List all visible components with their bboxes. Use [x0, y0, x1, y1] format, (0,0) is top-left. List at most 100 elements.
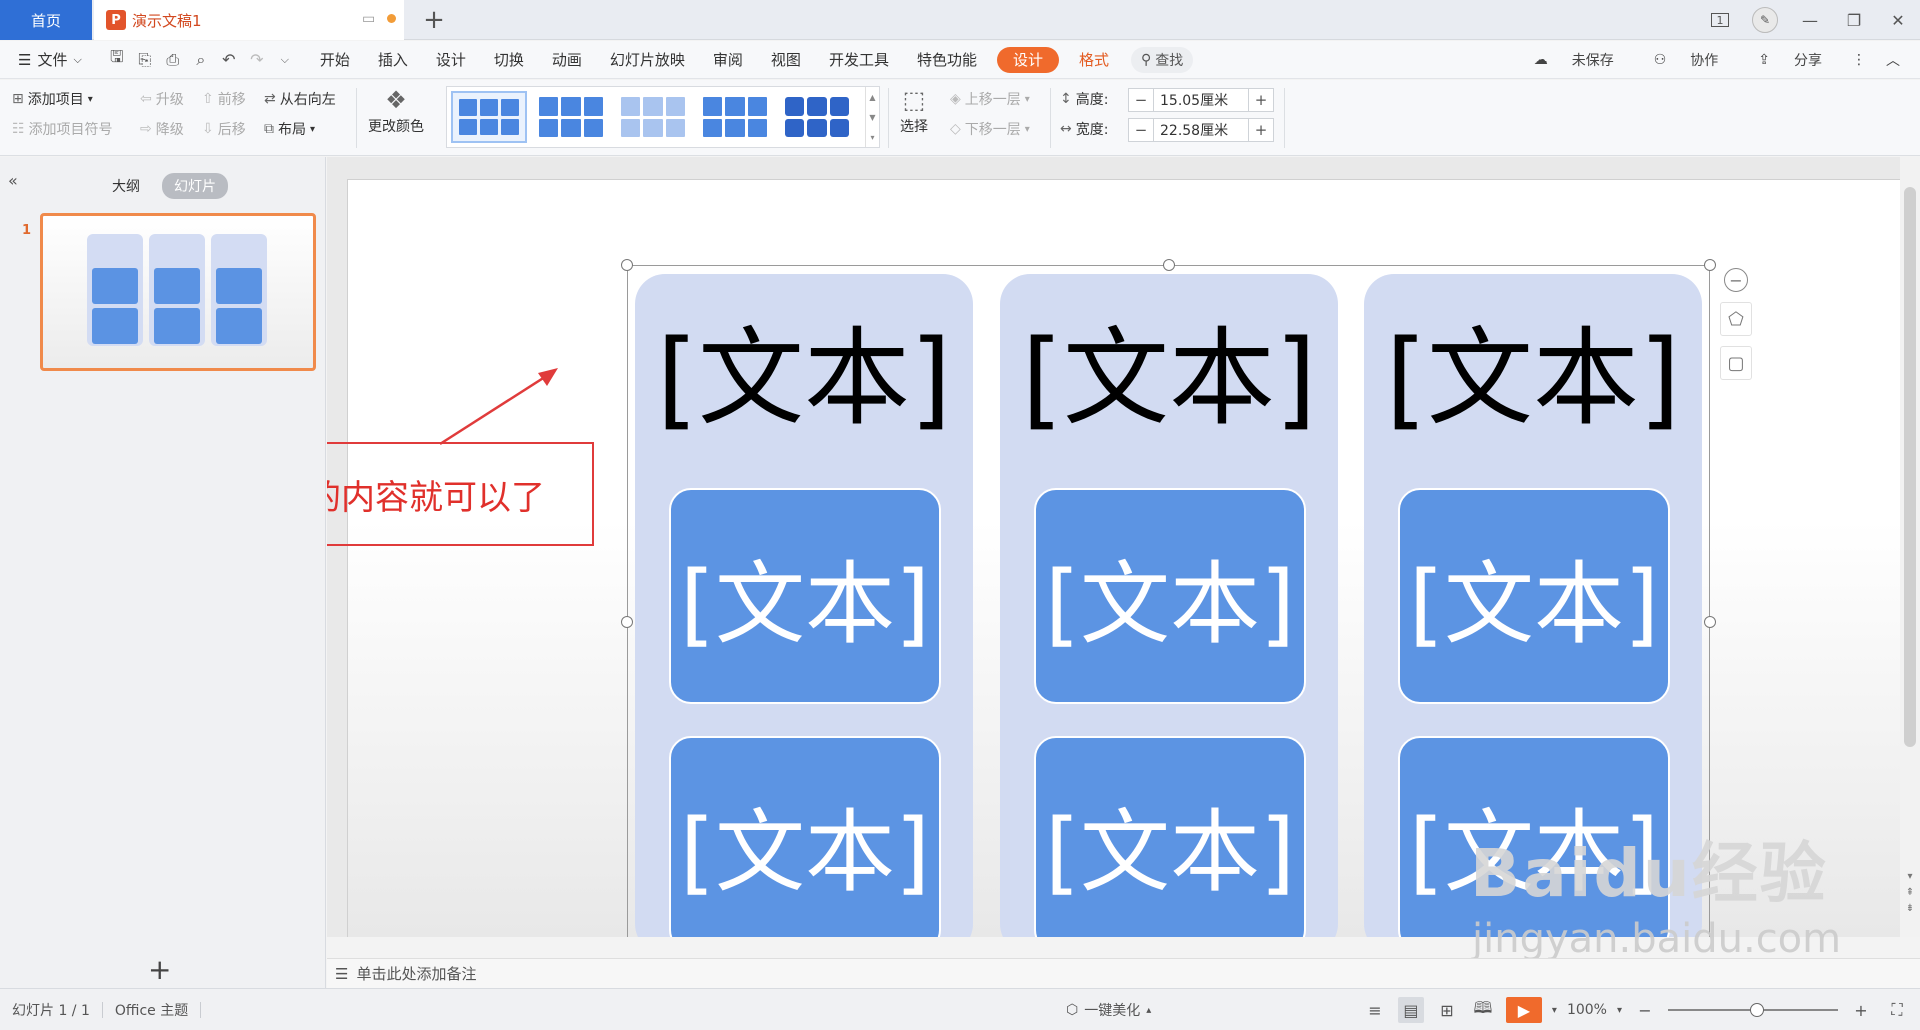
- right-to-left-button[interactable]: ⇄ 从右向左: [264, 86, 336, 112]
- search-button[interactable]: ⚲ 查找: [1131, 46, 1194, 73]
- save-icon[interactable]: 🖫: [104, 47, 130, 73]
- unsaved-button[interactable]: ☁ 未保存: [1514, 50, 1634, 70]
- height-increase-button[interactable]: +: [1249, 89, 1273, 111]
- menu-transition[interactable]: 切换: [480, 41, 538, 79]
- style-option-5[interactable]: [779, 91, 855, 143]
- tab-home[interactable]: 首页: [0, 0, 92, 40]
- column-title[interactable]: [文本]: [1000, 314, 1338, 444]
- layout-button[interactable]: ⧉ 布局 ▾: [264, 116, 315, 142]
- slide-thumbnail[interactable]: [40, 213, 316, 371]
- beautify-button[interactable]: ⬡ 一键美化 ▴: [1066, 989, 1151, 1030]
- tab-format[interactable]: 格式: [1065, 41, 1123, 79]
- collapse-ribbon-icon[interactable]: ︿: [1876, 50, 1910, 70]
- smartart-column[interactable]: [文本] [文本] [文本]: [1000, 274, 1338, 937]
- normal-view-icon[interactable]: ▤: [1397, 997, 1424, 1023]
- text-box[interactable]: [文本]: [1398, 488, 1670, 704]
- menu-review[interactable]: 审阅: [699, 41, 757, 79]
- sorter-view-icon[interactable]: ⊞: [1434, 997, 1460, 1023]
- style-option-2[interactable]: [533, 91, 609, 143]
- menu-design[interactable]: 设计: [422, 41, 480, 79]
- style-gallery[interactable]: ▲ ▼ ▾: [446, 86, 880, 148]
- column-title[interactable]: [文本]: [635, 314, 973, 444]
- width-field[interactable]: − 22.58厘米 +: [1128, 118, 1274, 142]
- collapse-toolbar-icon[interactable]: −: [1724, 268, 1748, 292]
- close-icon[interactable]: ✕: [1876, 0, 1920, 40]
- gallery-scroll[interactable]: ▲ ▼ ▾: [865, 87, 879, 147]
- collaborate-button[interactable]: ⚇ 协作: [1634, 50, 1739, 70]
- avatar[interactable]: ✎: [1752, 7, 1778, 33]
- resize-handle[interactable]: [1163, 259, 1175, 271]
- text-box[interactable]: [文本]: [1034, 736, 1306, 937]
- add-bullet-button[interactable]: ☷ 添加项目符号: [12, 116, 113, 142]
- menu-slideshow[interactable]: 幻灯片放映: [596, 41, 699, 79]
- send-backward-button[interactable]: ◇ 下移一层 ▾: [950, 116, 1030, 142]
- zoom-out-icon[interactable]: −: [1632, 997, 1658, 1023]
- style-option-3[interactable]: [615, 91, 691, 143]
- fit-window-icon[interactable]: ⛶: [1884, 997, 1910, 1023]
- width-increase-button[interactable]: +: [1249, 119, 1273, 141]
- collapse-panel-icon[interactable]: «: [8, 171, 18, 190]
- zoom-level[interactable]: 100%: [1567, 1002, 1607, 1018]
- resize-handle[interactable]: [1704, 259, 1716, 271]
- menu-view[interactable]: 视图: [757, 41, 815, 79]
- notes-placeholder[interactable]: 单击此处添加备注: [356, 963, 476, 984]
- print-preview-icon[interactable]: ⌕: [188, 47, 214, 73]
- tab-smartart-design[interactable]: 设计: [996, 46, 1059, 73]
- text-box[interactable]: [文本]: [1034, 488, 1306, 704]
- shape-fill-icon[interactable]: ⬠: [1720, 302, 1752, 336]
- file-menu[interactable]: ☰ 文件 ⌵: [0, 41, 96, 79]
- resize-handle[interactable]: [621, 616, 633, 628]
- move-up-button[interactable]: ⇧ 前移: [202, 86, 246, 112]
- zoom-slider[interactable]: [1668, 1003, 1838, 1017]
- text-box[interactable]: [文本]: [669, 488, 941, 704]
- notes-toggle-icon[interactable]: ≡: [1362, 997, 1388, 1023]
- shape-outline-icon[interactable]: ▢: [1720, 346, 1752, 380]
- height-field[interactable]: − 15.05厘米 +: [1128, 88, 1274, 112]
- promote-button[interactable]: ⇦ 升级: [140, 86, 184, 112]
- restore-icon[interactable]: ❐: [1832, 0, 1876, 40]
- monitor-icon[interactable]: ▭: [362, 11, 380, 29]
- width-decrease-button[interactable]: −: [1129, 119, 1153, 141]
- more-icon[interactable]: ⋮: [1842, 52, 1876, 68]
- tab-slides[interactable]: 幻灯片: [162, 173, 228, 199]
- width-value[interactable]: 22.58厘米: [1153, 119, 1249, 141]
- scroll-up-icon[interactable]: ▲: [869, 93, 875, 102]
- menu-insert[interactable]: 插入: [364, 41, 422, 79]
- menu-animation[interactable]: 动画: [538, 41, 596, 79]
- style-option-4[interactable]: [697, 91, 773, 143]
- expand-gallery-icon[interactable]: ▾: [870, 133, 874, 142]
- zoom-slider-knob[interactable]: [1750, 1003, 1764, 1017]
- chevron-down-icon[interactable]: ▾: [1617, 1005, 1622, 1016]
- resize-handle[interactable]: [1704, 616, 1716, 628]
- menu-developer[interactable]: 开发工具: [815, 41, 903, 79]
- select-button[interactable]: ⬚ 选择: [900, 86, 928, 146]
- smartart-column[interactable]: [文本] [文本] [文本]: [635, 274, 973, 937]
- chevron-down-icon[interactable]: ▾: [1552, 1005, 1557, 1016]
- share-button[interactable]: ⇪ 分享: [1738, 50, 1842, 70]
- height-value[interactable]: 15.05厘米: [1153, 89, 1249, 111]
- move-down-button[interactable]: ⇩ 后移: [202, 116, 246, 142]
- undo-icon[interactable]: ↶: [216, 47, 242, 73]
- resize-handle[interactable]: [621, 259, 633, 271]
- reading-view-icon[interactable]: 🕮: [1470, 997, 1496, 1023]
- scroll-down-icon[interactable]: ▼: [869, 113, 875, 122]
- tab-document[interactable]: P 演示文稿1 ▭: [94, 0, 404, 40]
- zoom-in-icon[interactable]: +: [1848, 997, 1874, 1023]
- add-item-button[interactable]: ⊞ 添加项目 ▾: [12, 86, 93, 112]
- change-color-button[interactable]: ❖ 更改颜色: [368, 86, 424, 146]
- height-decrease-button[interactable]: −: [1129, 89, 1153, 111]
- vertical-scrollbar[interactable]: ▾ ⇞ ⇟: [1900, 157, 1920, 937]
- menu-features[interactable]: 特色功能: [903, 41, 991, 79]
- column-title[interactable]: [文本]: [1364, 314, 1702, 444]
- play-button[interactable]: ▶: [1505, 997, 1542, 1023]
- tab-outline[interactable]: 大纲: [100, 173, 152, 199]
- page-indicator-icon[interactable]: 1: [1698, 0, 1742, 40]
- menu-start[interactable]: 开始: [306, 41, 364, 79]
- style-option-1[interactable]: [451, 91, 527, 143]
- redo-icon[interactable]: ↷: [244, 47, 270, 73]
- vertical-scroll-thumb[interactable]: [1904, 187, 1916, 747]
- text-box[interactable]: [文本]: [669, 736, 941, 937]
- notes-bar[interactable]: ☰ 单击此处添加备注: [327, 958, 1920, 988]
- scroll-arrows[interactable]: ▾ ⇞ ⇟: [1900, 869, 1920, 917]
- bring-forward-button[interactable]: ◈ 上移一层 ▾: [950, 86, 1030, 112]
